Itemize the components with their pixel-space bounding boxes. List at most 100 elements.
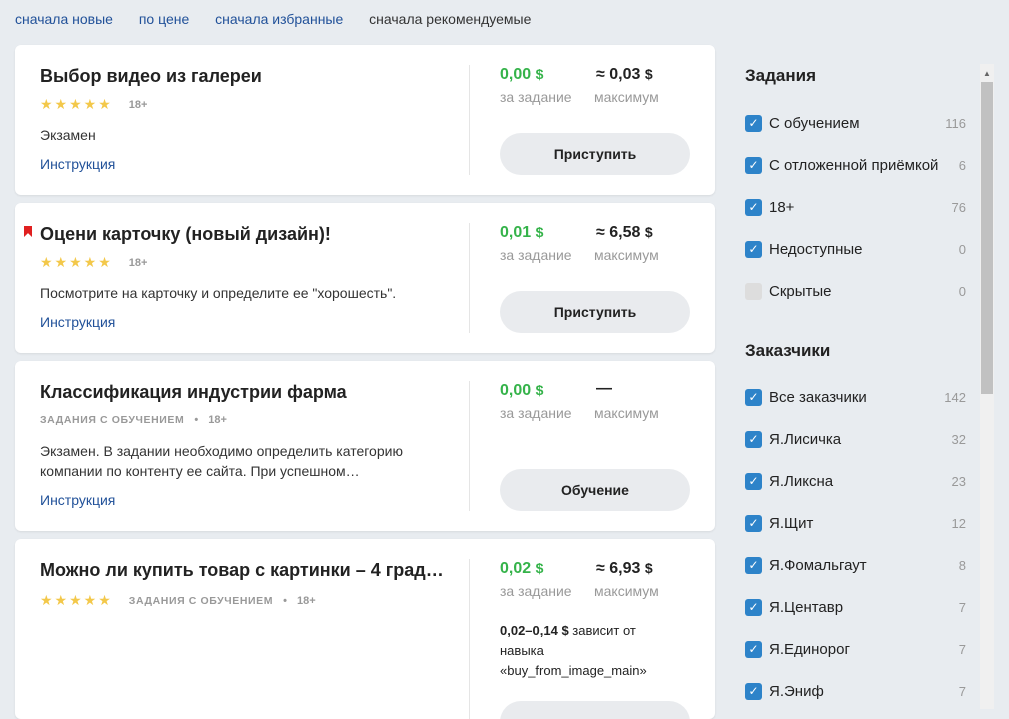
task-meta: ★★★★★ ЗАДАНИЯ С ОБУЧЕНИЕМ • 18+	[40, 592, 316, 609]
check-icon[interactable]: ✓	[745, 240, 762, 258]
filter-label: Я.Щит	[769, 514, 814, 532]
task-card[interactable]: Можно ли купить товар с картинки – 4 гра…	[15, 539, 715, 719]
filter-delayed-acceptance[interactable]: ✓ С отложенной приёмкой 6	[745, 155, 966, 175]
instruction-link[interactable]: Инструкция	[40, 156, 115, 172]
sort-bar: сначала новые по цене сначала избранные …	[15, 11, 553, 31]
price-label: за задание	[500, 89, 572, 105]
divider	[469, 65, 470, 175]
filter-count: 0	[958, 283, 966, 299]
training-tag: ЗАДАНИЯ С ОБУЧЕНИЕМ	[40, 414, 185, 426]
checkbox-unchecked[interactable]	[745, 282, 762, 300]
check-icon[interactable]: ✓	[745, 114, 762, 132]
filter-customer[interactable]: ✓ Я.Ликсна 23	[745, 471, 966, 491]
skill-price-range: 0,02–0,14 $	[500, 623, 569, 638]
filter-count: 76	[951, 199, 966, 215]
check-icon[interactable]: ✓	[745, 156, 762, 174]
divider	[469, 559, 470, 719]
start-button[interactable]: Приступить	[500, 133, 690, 175]
price-label: за задание	[500, 247, 572, 263]
filter-customer[interactable]: ✓ Я.Центавр 7	[745, 597, 966, 617]
age-badge: 18+	[128, 256, 148, 269]
task-description: Экзамен. В задании необходимо определить…	[40, 443, 403, 479]
filter-count: 23	[951, 473, 966, 489]
sort-price-link[interactable]: по цене	[139, 11, 189, 27]
filter-label: Я.Ликсна	[769, 472, 834, 490]
filter-with-training[interactable]: ✓ С обучением 116	[745, 113, 966, 133]
task-title[interactable]: Выбор видео из галереи	[40, 66, 262, 87]
filter-label: Я.Центавр	[769, 598, 844, 616]
max-earnings: —	[596, 380, 612, 397]
filter-customer[interactable]: ✓ Я.Щит 12	[745, 513, 966, 533]
task-description: Посмотрите на карточку и определите ее "…	[40, 285, 397, 301]
check-icon[interactable]: ✓	[745, 556, 762, 574]
age-badge: 18+	[128, 98, 148, 111]
max-label: максимум	[594, 89, 659, 105]
price-per-task: 0,00 $	[500, 66, 544, 83]
sidebar-scrollbar[interactable]: ▲	[980, 64, 994, 709]
start-button[interactable]	[500, 701, 690, 719]
filter-count: 0	[958, 241, 966, 257]
task-card[interactable]: Выбор видео из галереи ★★★★★ 18+ Экзамен…	[15, 45, 715, 195]
max-earnings: ≈ 6,93 $	[596, 560, 653, 577]
scroll-thumb[interactable]	[981, 82, 993, 394]
filter-label: Я.Лисичка	[769, 430, 842, 448]
filter-count: 142	[944, 389, 966, 405]
separator-dot: •	[194, 414, 199, 426]
price-per-task: 0,01 $	[500, 224, 544, 241]
max-label: максимум	[594, 405, 659, 421]
task-title[interactable]: Можно ли купить товар с картинки – 4 гра…	[40, 560, 445, 581]
age-badge: 18+	[208, 414, 227, 426]
task-title[interactable]: Оцени карточку (новый дизайн)!	[40, 224, 331, 245]
separator-dot: •	[283, 594, 287, 607]
check-icon[interactable]: ✓	[745, 430, 762, 448]
task-card[interactable]: Классификация индустрии фарма ЗАДАНИЯ С …	[15, 361, 715, 531]
check-icon[interactable]: ✓	[745, 198, 762, 216]
filter-unavailable[interactable]: ✓ Недоступные 0	[745, 239, 966, 259]
max-label: максимум	[594, 583, 659, 599]
price-label: за задание	[500, 583, 572, 599]
filter-customer[interactable]: ✓ Я.Лисичка 32	[745, 429, 966, 449]
filter-adult[interactable]: ✓ 18+ 76	[745, 197, 966, 217]
task-description: Экзамен	[40, 127, 96, 143]
filter-customer[interactable]: ✓ Все заказчики 142	[745, 387, 966, 407]
check-icon[interactable]: ✓	[745, 682, 762, 700]
check-icon[interactable]: ✓	[745, 472, 762, 490]
max-earnings: ≈ 0,03 $	[596, 66, 653, 83]
price-per-task: 0,00 $	[500, 382, 544, 399]
filter-label: Я.Эниф	[769, 682, 824, 700]
sort-favorites-link[interactable]: сначала избранные	[215, 11, 343, 27]
check-icon[interactable]: ✓	[745, 598, 762, 616]
filter-count: 32	[951, 431, 966, 447]
triangle-up-icon[interactable]: ▲	[980, 64, 994, 82]
instruction-link[interactable]: Инструкция	[40, 314, 115, 330]
start-button[interactable]: Приступить	[500, 291, 690, 333]
filter-customer[interactable]: ✓ Я.Единорог 7	[745, 639, 966, 659]
task-meta: ★★★★★ 18+	[40, 96, 147, 113]
instruction-link[interactable]: Инструкция	[40, 492, 115, 508]
filter-count: 8	[958, 557, 966, 573]
divider	[469, 223, 470, 333]
check-icon[interactable]: ✓	[745, 514, 762, 532]
task-card[interactable]: Оцени карточку (новый дизайн)! ★★★★★ 18+…	[15, 203, 715, 353]
filter-customer[interactable]: ✓ Я.Фомальгаут 8	[745, 555, 966, 575]
bookmark-icon[interactable]	[24, 226, 32, 237]
check-icon[interactable]: ✓	[745, 388, 762, 406]
filter-label: Скрытые	[769, 282, 832, 300]
filter-count: 7	[958, 683, 966, 699]
skill-price-note: 0,02–0,14 $ зависит от навыка «buy_from_…	[500, 621, 680, 681]
tasks-filter-title: Задания	[745, 66, 816, 85]
filter-count: 7	[958, 599, 966, 615]
sort-newest-link[interactable]: сначала новые	[15, 11, 113, 27]
sort-recommended-active: сначала рекомендуемые	[369, 11, 532, 27]
filter-customer[interactable]: ✓ Я.Эниф 7	[745, 681, 966, 701]
filter-count: 7	[958, 641, 966, 657]
filter-hidden[interactable]: Скрытые 0	[745, 281, 966, 301]
price-label: за задание	[500, 405, 572, 421]
rating-stars-icon: ★★★★★	[40, 592, 113, 608]
training-button[interactable]: Обучение	[500, 469, 690, 511]
rating-stars-icon: ★★★★★	[40, 96, 113, 112]
filter-label: Все заказчики	[769, 388, 867, 406]
filter-label: Я.Единорог	[769, 640, 850, 658]
task-title[interactable]: Классификация индустрии фарма	[40, 382, 347, 403]
check-icon[interactable]: ✓	[745, 640, 762, 658]
